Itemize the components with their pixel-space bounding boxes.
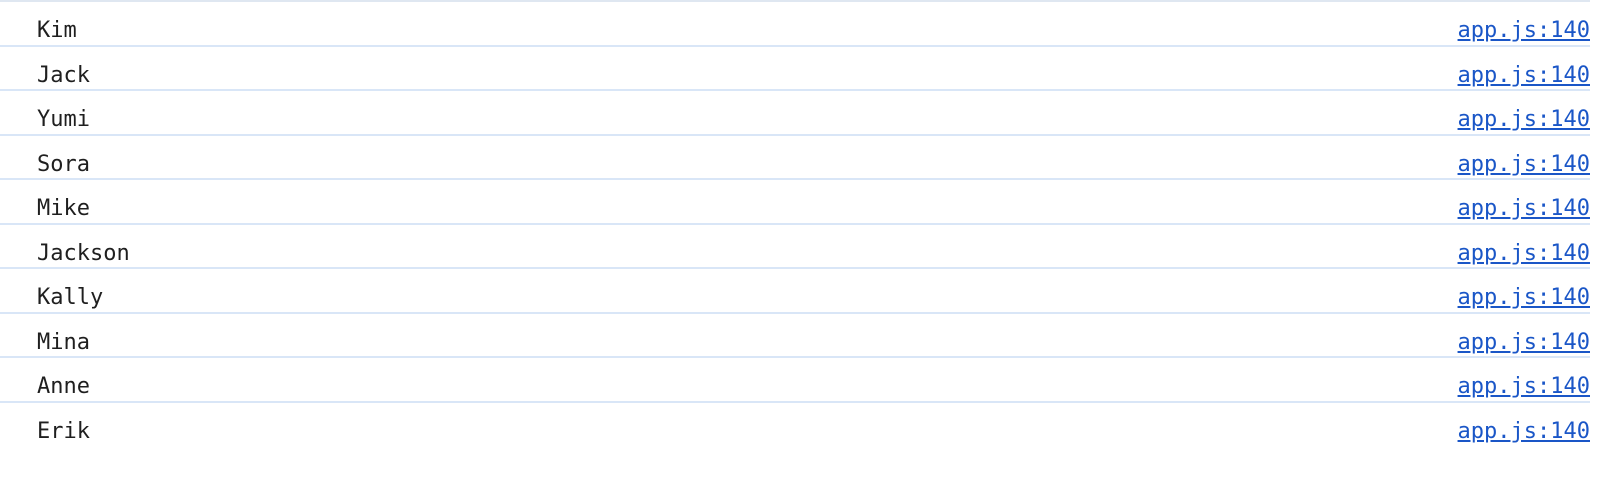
source-link[interactable]: app.js:140 (1458, 196, 1590, 222)
console-row: Mina app.js:140 (0, 314, 1590, 358)
console-message: Jackson (37, 240, 130, 266)
source-link[interactable]: app.js:140 (1458, 107, 1590, 133)
console-row: Kally app.js:140 (0, 269, 1590, 314)
console-message: Yumi (37, 107, 90, 132)
console-message: Jack (37, 62, 90, 88)
console-row: Kim app.js:140 (0, 2, 1590, 47)
console-message: Kally (37, 285, 104, 310)
source-link[interactable]: app.js:140 (1458, 330, 1590, 356)
source-link[interactable]: app.js:140 (1458, 18, 1590, 44)
console-message: Anne (37, 374, 90, 399)
console-row: Mike app.js:140 (0, 180, 1590, 225)
source-link[interactable]: app.js:140 (1458, 285, 1590, 311)
console-row: Anne app.js:140 (0, 358, 1590, 403)
console-message: Mina (37, 329, 90, 355)
console-log: Kim app.js:140 Jack app.js:140 Yumi app.… (0, 0, 1590, 484)
console-row: Jackson app.js:140 (0, 225, 1590, 269)
console-message: Sora (37, 151, 90, 177)
source-link[interactable]: app.js:140 (1458, 419, 1590, 445)
console-message: Kim (37, 18, 77, 43)
console-row: Yumi app.js:140 (0, 91, 1590, 136)
source-link[interactable]: app.js:140 (1458, 374, 1590, 400)
source-link[interactable]: app.js:140 (1458, 152, 1590, 178)
console-row: Erik app.js:140 (0, 403, 1590, 448)
console-row: Sora app.js:140 (0, 136, 1590, 180)
console-row: Jack app.js:140 (0, 47, 1590, 91)
console-message: Mike (37, 196, 90, 221)
console-message: Erik (37, 418, 90, 444)
source-link[interactable]: app.js:140 (1458, 241, 1590, 267)
source-link[interactable]: app.js:140 (1458, 63, 1590, 89)
